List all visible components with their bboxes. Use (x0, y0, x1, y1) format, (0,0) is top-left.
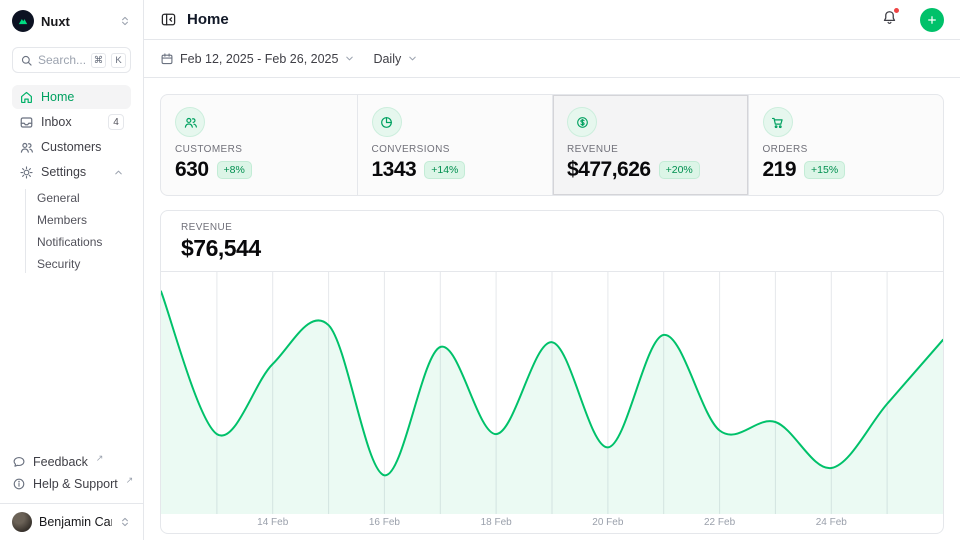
x-axis-tick-label: 18 Feb (481, 517, 512, 528)
stat-card-conversions[interactable]: CONVERSIONS 1343 +14% (357, 95, 553, 195)
sidebar-item-settings[interactable]: Settings (12, 160, 131, 184)
inbox-count-badge: 4 (108, 114, 124, 130)
sidebar-item-label: Home (41, 90, 124, 104)
chart-metric-value: $76,544 (181, 235, 923, 262)
page-header: Home (144, 0, 960, 40)
granularity-select[interactable]: Daily (373, 52, 418, 66)
search-input[interactable]: Search... ⌘ K (12, 47, 131, 73)
collapse-sidebar-button[interactable] (160, 11, 177, 28)
stat-delta-badge: +20% (659, 161, 700, 179)
notification-dot (893, 7, 900, 14)
stat-value: 1343 (372, 158, 417, 182)
sidebar-item-home[interactable]: Home (12, 85, 131, 109)
settings-submenu: General Members Notifications Security (12, 187, 131, 275)
stat-value: 630 (175, 158, 209, 182)
kbd-k: K (111, 53, 126, 68)
sidebar-item-notifications[interactable]: Notifications (12, 231, 131, 253)
search-icon (20, 54, 33, 67)
stat-delta-badge: +14% (424, 161, 465, 179)
granularity-value: Daily (373, 52, 401, 66)
gear-icon (19, 165, 34, 180)
sidebar-item-label: Settings (41, 165, 106, 179)
stat-label: ORDERS (763, 144, 930, 155)
x-axis-tick-label: 20 Feb (592, 517, 623, 528)
x-axis-tick-label: 24 Feb (816, 517, 847, 528)
stat-delta-badge: +15% (804, 161, 845, 179)
sidebar-item-security[interactable]: Security (12, 253, 131, 275)
x-axis-tick-label: 14 Feb (257, 517, 288, 528)
filters-toolbar: Feb 12, 2025 - Feb 26, 2025 Daily (144, 40, 960, 78)
chevron-updown-icon (119, 15, 131, 27)
chevron-updown-icon (119, 516, 131, 528)
revenue-chart-svg[interactable] (161, 272, 943, 514)
date-range-value: Feb 12, 2025 - Feb 26, 2025 (180, 52, 338, 66)
help-support-link[interactable]: Help & Support ↗ (12, 473, 131, 495)
chart-header: REVENUE $76,544 (161, 211, 943, 272)
stat-value: $477,626 (567, 158, 651, 182)
sidebar-nav: Home Inbox 4 Customers Settings (0, 85, 143, 185)
sidebar-item-label: Inbox (41, 115, 101, 129)
sidebar-item-inbox[interactable]: Inbox 4 (12, 110, 131, 134)
stat-label: CUSTOMERS (175, 144, 343, 155)
sidebar-item-members[interactable]: Members (12, 209, 131, 231)
chart-pie-icon (372, 107, 402, 137)
chevron-down-icon (407, 53, 418, 64)
stat-card-revenue[interactable]: REVENUE $477,626 +20% (552, 95, 748, 195)
dollar-circle-icon (567, 107, 597, 137)
home-icon (19, 90, 34, 105)
content: CUSTOMERS 630 +8% CONVERSIONS 1343 +14% (144, 78, 960, 540)
nuxt-logo-icon (12, 10, 34, 32)
stat-card-orders[interactable]: ORDERS 219 +15% (748, 95, 944, 195)
main-area: Home Feb 12, 2025 - Feb 26, 2025 (144, 0, 960, 540)
stat-delta-badge: +8% (217, 161, 252, 179)
feedback-label: Feedback (33, 455, 88, 469)
cart-icon (763, 107, 793, 137)
sidebar: Nuxt Search... ⌘ K Home (0, 0, 144, 540)
x-axis-labels: 14 Feb 16 Feb 18 Feb 20 Feb 22 Feb 24 Feb (161, 514, 943, 533)
x-axis-tick-label: 16 Feb (369, 517, 400, 528)
chevron-down-icon (344, 53, 355, 64)
revenue-chart-panel: REVENUE $76,544 14 Feb 16 Feb 18 Feb 20 Feb… (160, 210, 944, 534)
kbd-meta: ⌘ (91, 53, 106, 68)
add-button[interactable] (920, 8, 944, 32)
user-menu[interactable]: Benjamin Canac (0, 503, 143, 540)
inbox-icon (19, 115, 34, 130)
stat-label: CONVERSIONS (372, 144, 539, 155)
external-link-icon: ↗ (126, 475, 134, 486)
stat-label: REVENUE (567, 144, 734, 155)
stat-value: 219 (763, 158, 797, 182)
users-icon (175, 107, 205, 137)
stat-card-customers[interactable]: CUSTOMERS 630 +8% (161, 95, 357, 195)
app-root: Nuxt Search... ⌘ K Home (0, 0, 960, 540)
sidebar-footer-links: Feedback ↗ Help & Support ↗ (0, 447, 143, 503)
external-link-icon: ↗ (96, 453, 104, 464)
info-circle-icon (12, 477, 26, 491)
page-title: Home (187, 11, 871, 28)
sidebar-item-general[interactable]: General (12, 187, 131, 209)
chart-body: 14 Feb 16 Feb 18 Feb 20 Feb 22 Feb 24 Feb (161, 272, 943, 533)
x-axis-tick-label: 22 Feb (704, 517, 735, 528)
avatar (12, 512, 32, 532)
search-placeholder: Search... (38, 53, 86, 67)
chevron-up-icon (113, 167, 124, 178)
feedback-link[interactable]: Feedback ↗ (12, 451, 131, 473)
user-name: Benjamin Canac (39, 515, 112, 529)
sidebar-item-customers[interactable]: Customers (12, 135, 131, 159)
date-range-picker[interactable]: Feb 12, 2025 - Feb 26, 2025 (160, 52, 355, 66)
sidebar-item-label: Customers (41, 140, 124, 154)
users-icon (19, 140, 34, 155)
workspace-name: Nuxt (41, 14, 112, 29)
calendar-icon (160, 52, 174, 66)
chat-bubble-icon (12, 455, 26, 469)
workspace-switcher[interactable]: Nuxt (0, 0, 143, 40)
stats-panel: CUSTOMERS 630 +8% CONVERSIONS 1343 +14% (160, 94, 944, 196)
help-support-label: Help & Support (33, 477, 118, 491)
chart-metric-label: REVENUE (181, 222, 923, 233)
